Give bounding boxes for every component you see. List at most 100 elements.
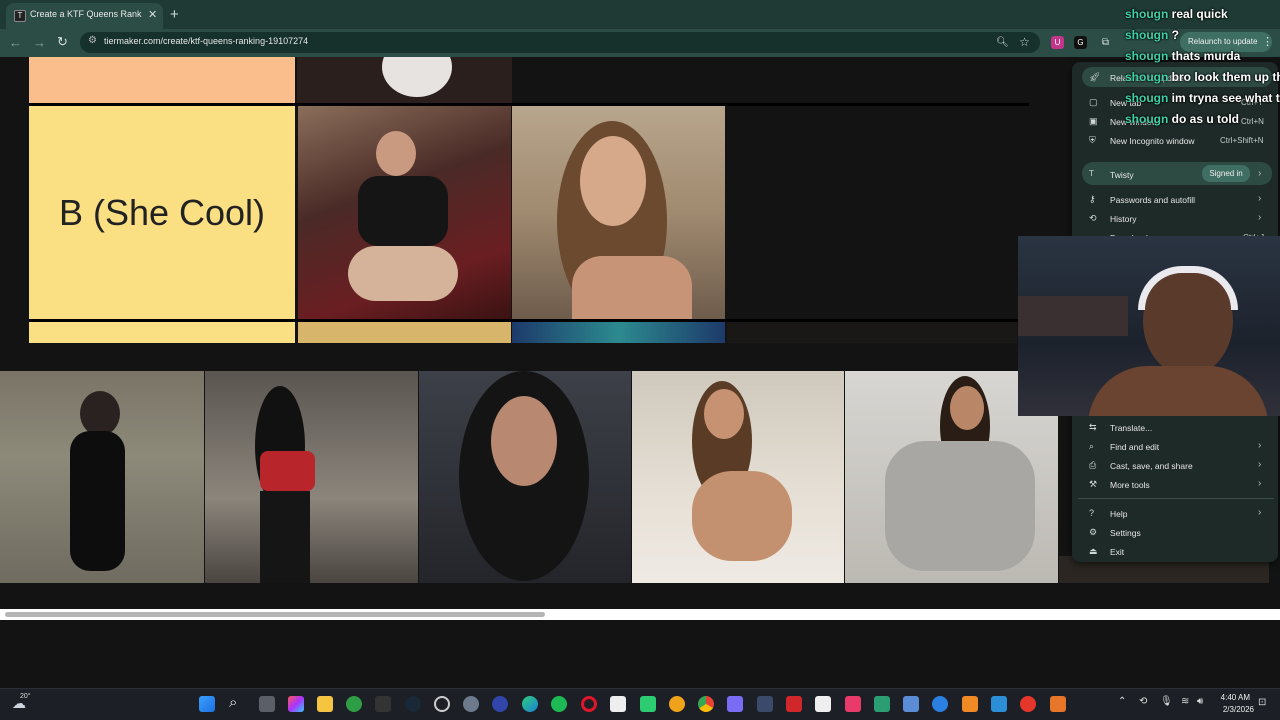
copilot-icon[interactable]	[288, 696, 304, 712]
chevron-right-icon: ›	[1258, 193, 1262, 204]
chat-text: real quick	[1171, 7, 1228, 21]
chat-message: shougn bro look them up the	[1125, 70, 1280, 84]
new-window-shortcut: Ctrl+N	[1241, 117, 1264, 126]
tier-b-label[interactable]: B (She Cool)	[29, 106, 295, 319]
pool-image-1[interactable]	[0, 371, 204, 583]
chrome-icon[interactable]	[698, 696, 714, 712]
incognito-shortcut: Ctrl+Shift+N	[1220, 136, 1264, 145]
chat-username: shougn	[1125, 7, 1169, 21]
notification-icon[interactable]: ⊡	[1258, 697, 1266, 708]
extensions-puzzle-icon[interactable]: ⧉	[1099, 36, 1112, 49]
start-windows-icon[interactable]	[199, 696, 215, 712]
site-info-icon[interactable]: ⚙	[88, 35, 97, 46]
new-window-icon: ▣	[1089, 116, 1098, 126]
forward-arrow-icon[interactable]: →	[33, 35, 46, 50]
app-icon[interactable]	[1050, 696, 1066, 712]
menu-help[interactable]: Help	[1110, 509, 1127, 519]
tier-a-image[interactable]	[297, 57, 512, 103]
chat-text: do as u told	[1171, 112, 1240, 126]
app-icon[interactable]	[786, 696, 802, 712]
chat-text: im tryna see what the	[1171, 91, 1280, 105]
browser-tab[interactable]: T Create a KTF Queens Ranking ✕	[6, 3, 163, 29]
streamer-shoulders	[1088, 366, 1268, 416]
settings-app-icon[interactable]	[463, 696, 479, 712]
app-icon[interactable]	[727, 696, 743, 712]
chat-text: thats murda	[1171, 49, 1241, 63]
exit-icon: ⏏	[1089, 546, 1098, 556]
app-icon[interactable]	[845, 696, 861, 712]
volume-icon[interactable]: 🔊︎	[1197, 696, 1203, 707]
menu-more-tools[interactable]: More tools	[1110, 480, 1150, 490]
webcam-overlay	[1018, 236, 1280, 416]
zoom-icon[interactable]: 🔍︎	[996, 36, 1009, 49]
pool-image-2[interactable]	[205, 371, 418, 583]
tier-b-image-1[interactable]	[298, 106, 511, 319]
menu-new-incognito[interactable]: New Incognito window	[1110, 136, 1195, 146]
app-icon[interactable]	[640, 696, 656, 712]
menu-cast-save-share[interactable]: Cast, save, and share	[1110, 461, 1193, 471]
toolbox-icon: ⚒	[1089, 479, 1098, 489]
epic-games-icon[interactable]	[375, 696, 391, 712]
app-icon[interactable]	[874, 696, 890, 712]
microphone-icon[interactable]: 🎙︎	[1160, 696, 1173, 707]
tier-c-label[interactable]	[29, 322, 295, 343]
address-bar[interactable]: ⚙ tiermaker.com/create/ktf-queens-rankin…	[80, 32, 1040, 53]
app-icon[interactable]	[1020, 696, 1036, 712]
chevron-right-icon: ›	[1258, 440, 1262, 451]
headphones-icon	[1138, 266, 1238, 310]
opera-icon[interactable]	[581, 696, 597, 712]
incognito-icon: ⛨	[1089, 135, 1096, 145]
webcam-shelf	[1018, 296, 1128, 336]
task-view-icon[interactable]	[259, 696, 275, 712]
extension-icon[interactable]: U	[1051, 36, 1064, 49]
tier-b-image-2[interactable]	[512, 106, 725, 319]
pool-image-3[interactable]	[419, 371, 631, 583]
spotify-icon[interactable]	[551, 696, 567, 712]
app-icon[interactable]	[932, 696, 948, 712]
wifi-icon[interactable]: ≋	[1181, 696, 1189, 707]
app-icon[interactable]	[991, 696, 1007, 712]
profile-extension-icon[interactable]: G	[1074, 36, 1087, 49]
tier-c-image-3[interactable]	[727, 322, 1017, 343]
chat-message: shougn real quick	[1125, 7, 1228, 21]
search-icon[interactable]: ⌕	[229, 694, 237, 711]
pool-image-4[interactable]	[632, 371, 844, 583]
reload-icon[interactable]: ↻	[57, 34, 68, 50]
tier-c-image-2[interactable]	[512, 322, 725, 343]
clock-app-icon[interactable]	[434, 696, 450, 712]
menu-divider	[1078, 498, 1274, 499]
file-explorer-icon[interactable]	[317, 696, 333, 712]
tier-a-label[interactable]	[29, 57, 295, 103]
bookmark-star-icon[interactable]: ☆	[1018, 36, 1031, 49]
chevron-right-icon: ›	[1258, 478, 1262, 489]
chrome-menu-icon[interactable]: ⋮	[1262, 35, 1273, 48]
tray-chevron-icon[interactable]: ⌃	[1118, 696, 1126, 707]
app-icon[interactable]	[492, 696, 508, 712]
new-tab-icon: ▢	[1089, 97, 1098, 107]
tier-c-image-1[interactable]	[298, 322, 511, 343]
app-icon[interactable]	[757, 696, 773, 712]
taskbar-date[interactable]: 2/3/2026	[1214, 705, 1254, 714]
steam-icon[interactable]	[405, 696, 421, 712]
back-arrow-icon[interactable]: ←	[9, 35, 22, 50]
app-icon[interactable]	[815, 696, 831, 712]
app-icon[interactable]	[962, 696, 978, 712]
xbox-icon[interactable]	[346, 696, 362, 712]
chat-username: shougn	[1125, 28, 1169, 42]
app-icon[interactable]	[903, 696, 919, 712]
tray-app-icon[interactable]: ⟲	[1139, 696, 1147, 707]
app-icon[interactable]	[669, 696, 685, 712]
menu-history[interactable]: History	[1110, 214, 1136, 224]
tab-close-icon[interactable]: ✕	[148, 8, 157, 21]
menu-passwords[interactable]: Passwords and autofill	[1110, 195, 1195, 205]
scrollbar-thumb[interactable]	[5, 612, 545, 617]
menu-translate[interactable]: Translate...	[1110, 423, 1152, 433]
capcut-icon[interactable]	[610, 696, 626, 712]
menu-exit[interactable]: Exit	[1110, 547, 1124, 557]
chat-message: shougn thats murda	[1125, 49, 1240, 63]
menu-settings[interactable]: Settings	[1110, 528, 1141, 538]
menu-find-edit[interactable]: Find and edit	[1110, 442, 1159, 452]
taskbar-time[interactable]: 4:40 AM	[1218, 693, 1250, 702]
new-tab-button[interactable]: +	[170, 6, 179, 23]
edge-icon[interactable]	[522, 696, 538, 712]
